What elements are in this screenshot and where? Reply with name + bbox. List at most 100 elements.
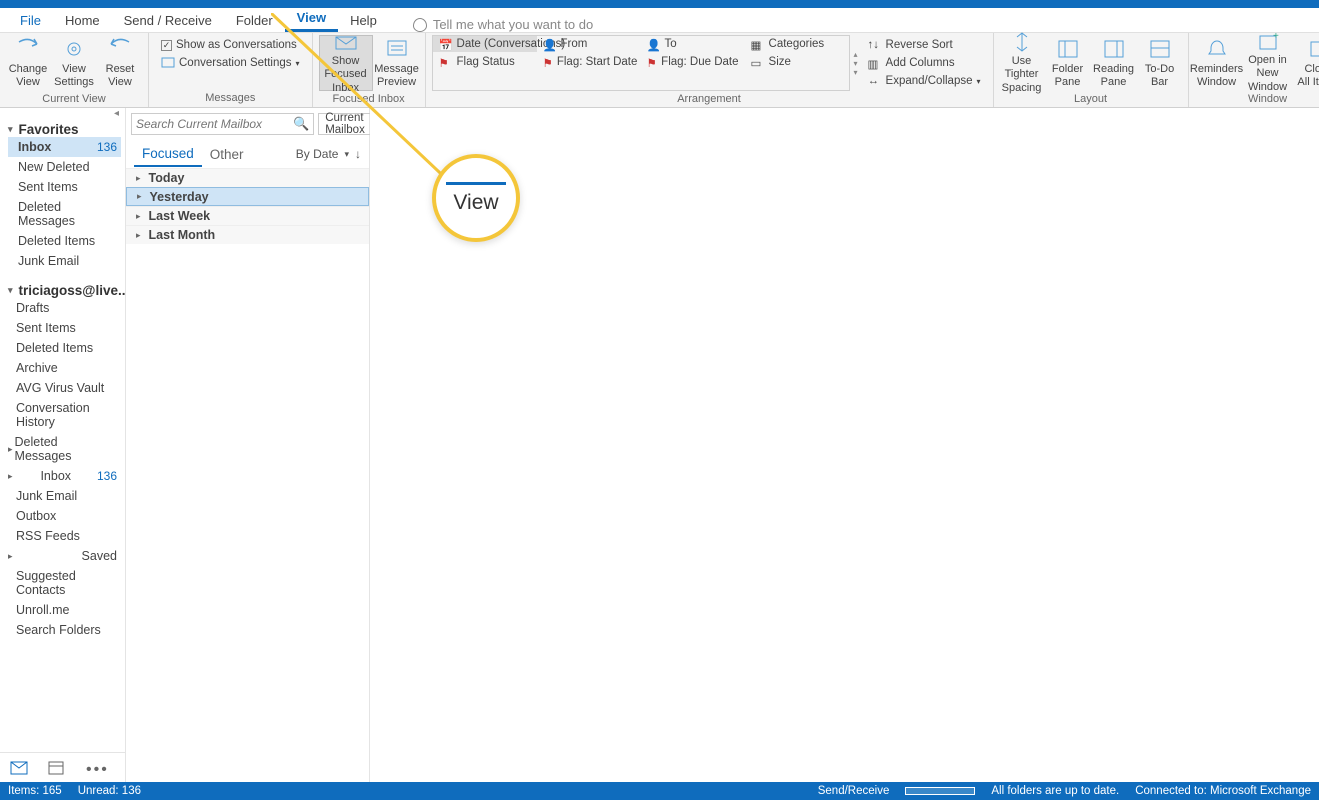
tighter-spacing-button[interactable]: Use Tighter Spacing — [1000, 35, 1044, 91]
todo-bar-button[interactable]: To-Do Bar — [1138, 35, 1182, 91]
gallery-down-icon[interactable]: ▾ — [854, 59, 858, 68]
titlebar — [0, 0, 1319, 8]
group-focused-label: Focused Inbox — [319, 91, 419, 108]
folder-pane-button[interactable]: Folder Pane — [1046, 35, 1090, 91]
menu-view[interactable]: View — [285, 6, 338, 32]
nav-item-saved[interactable]: ▸Saved — [8, 546, 121, 566]
nav-item-drafts[interactable]: Drafts — [8, 298, 121, 318]
group-messages: ✓ Show as Conversations Conversation Set… — [149, 33, 313, 107]
flag-icon: ⚑ — [439, 56, 453, 68]
reset-view-button[interactable]: Reset View — [98, 35, 142, 91]
reading-pane-button[interactable]: Reading Pane — [1092, 35, 1136, 91]
group-messages-label: Messages — [155, 90, 306, 107]
arrange-from-label: From — [561, 38, 588, 50]
nav-item-inbox[interactable]: ▸Inbox136 — [8, 466, 121, 486]
tighter-spacing-icon — [1008, 31, 1036, 53]
group-last-week[interactable]: ▸Last Week — [126, 206, 369, 225]
group-last-month[interactable]: ▸Last Month — [126, 225, 369, 244]
nav-item-deleted-messages[interactable]: Deleted Messages — [8, 197, 121, 231]
message-preview-icon — [383, 37, 411, 61]
menu-help[interactable]: Help — [338, 9, 389, 32]
arrange-to-label: To — [665, 38, 677, 50]
nav-item-sent-items[interactable]: Sent Items — [8, 177, 121, 197]
reminders-window-label: Reminders Window — [1190, 63, 1243, 89]
nav-item-conversation-history[interactable]: Conversation History — [8, 398, 121, 432]
reminders-window-button[interactable]: Reminders Window — [1195, 35, 1239, 91]
arrange-flagdue-button[interactable]: ⚑Flag: Due Date — [641, 54, 745, 70]
more-icon[interactable]: ••• — [86, 761, 104, 775]
arrange-date-button[interactable]: 📅Date (Conversations) — [433, 36, 537, 52]
menu-sendreceive[interactable]: Send / Receive — [112, 9, 224, 32]
conversation-settings-button[interactable]: Conversation Settings ▾ — [155, 55, 306, 71]
close-all-label: Close All Items — [1297, 63, 1319, 89]
account-header[interactable]: ▾triciagoss@live.... — [8, 283, 121, 298]
nav-item-new-deleted[interactable]: New Deleted — [8, 157, 121, 177]
menu-file[interactable]: File — [8, 9, 53, 32]
categories-icon: ▦ — [751, 38, 765, 50]
nav-item-junk-email[interactable]: Junk Email — [8, 486, 121, 506]
nav-item-junk-email[interactable]: Junk Email — [8, 251, 121, 271]
search-input[interactable] — [136, 117, 293, 131]
close-all-button[interactable]: Close All Items — [1297, 35, 1319, 91]
show-as-conversations-check[interactable]: ✓ Show as Conversations — [155, 37, 306, 53]
group-today[interactable]: ▸Today — [126, 168, 369, 187]
add-columns-button[interactable]: ▥Add Columns — [862, 55, 987, 71]
chevron-down-icon: ▾ — [8, 124, 13, 135]
group-yesterday[interactable]: ▸Yesterday — [126, 187, 369, 206]
search-icon[interactable]: 🔍 — [293, 116, 309, 132]
status-progress — [905, 787, 975, 795]
nav-item-deleted-items[interactable]: Deleted Items — [8, 338, 121, 358]
reading-pane-icon — [1100, 37, 1128, 61]
menu-home[interactable]: Home — [53, 9, 112, 32]
folder-pane-label: Folder Pane — [1052, 63, 1083, 89]
arrange-from-button[interactable]: 👤From — [537, 36, 641, 52]
gallery-more-icon[interactable]: ▾ — [854, 68, 858, 77]
nav-item-inbox[interactable]: Inbox136 — [8, 137, 121, 157]
arrange-flagstatus-label: Flag Status — [457, 56, 515, 68]
arrange-categories-button[interactable]: ▦Categories — [745, 36, 849, 52]
menu-folder[interactable]: Folder — [224, 9, 285, 32]
open-new-window-button[interactable]: +Open in New Window — [1241, 35, 1295, 91]
nav-item-avg-virus-vault[interactable]: AVG Virus Vault — [8, 378, 121, 398]
arrange-flagstart-label: Flag: Start Date — [557, 56, 638, 68]
view-settings-button[interactable]: View Settings — [52, 35, 96, 91]
arrange-size-button[interactable]: ▭Size — [745, 54, 849, 70]
nav-item-archive[interactable]: Archive — [8, 358, 121, 378]
nav-item-suggested-contacts[interactable]: Suggested Contacts — [8, 566, 121, 600]
favorites-header[interactable]: ▾Favorites — [8, 122, 121, 137]
expand-collapse-button[interactable]: ↔Expand/Collapse ▾ — [862, 73, 987, 89]
sort-by-button[interactable]: By Date▾↓ — [296, 147, 361, 161]
arrange-flagstart-button[interactable]: ⚑Flag: Start Date — [537, 54, 641, 70]
reverse-sort-button[interactable]: ↑↓Reverse Sort — [862, 37, 987, 53]
status-sendreceive: Send/Receive — [818, 785, 890, 797]
group-focused: Show Focused Inbox Message Preview Focus… — [313, 33, 426, 107]
arrange-flagstatus-button[interactable]: ⚑ Flag Status — [433, 54, 537, 70]
conversation-settings-label: Conversation Settings — [179, 57, 292, 69]
nav-item-unroll.me[interactable]: Unroll.me — [8, 600, 121, 620]
search-scope-label: Current Mailbox — [325, 112, 365, 136]
nav-item-sent-items[interactable]: Sent Items — [8, 318, 121, 338]
nav-item-deleted-items[interactable]: Deleted Items — [8, 231, 121, 251]
nav-item-search-folders[interactable]: Search Folders — [8, 620, 121, 640]
message-preview-button[interactable]: Message Preview — [375, 35, 419, 91]
arrange-to-button[interactable]: 👤To — [641, 36, 745, 52]
tab-focused[interactable]: Focused — [134, 142, 202, 167]
nav-item-outbox[interactable]: Outbox — [8, 506, 121, 526]
flag-icon: ⚑ — [647, 56, 658, 68]
show-focused-inbox-button[interactable]: Show Focused Inbox — [319, 35, 373, 91]
nav-item-rss-feeds[interactable]: RSS Feeds — [8, 526, 121, 546]
calendar-icon[interactable] — [48, 761, 66, 775]
status-uptodate: All folders are up to date. — [991, 785, 1119, 797]
nav-item-deleted-messages[interactable]: ▸Deleted Messages — [8, 432, 121, 466]
collapse-nav-button[interactable]: ◂ — [0, 108, 125, 118]
tab-other[interactable]: Other — [202, 143, 252, 166]
group-arrangement: 📅Date (Conversations) 👤From 👤To ▦Categor… — [426, 33, 994, 107]
view-settings-icon — [60, 37, 88, 61]
search-box[interactable]: 🔍 — [131, 113, 314, 135]
view-settings-label: View Settings — [54, 63, 94, 89]
tell-me-search[interactable]: Tell me what you want to do — [413, 17, 593, 32]
reset-view-label: Reset View — [106, 63, 135, 89]
gallery-up-icon[interactable]: ▴ — [854, 50, 858, 59]
mail-icon[interactable] — [10, 761, 28, 775]
change-view-button[interactable]: Change View — [6, 35, 50, 91]
